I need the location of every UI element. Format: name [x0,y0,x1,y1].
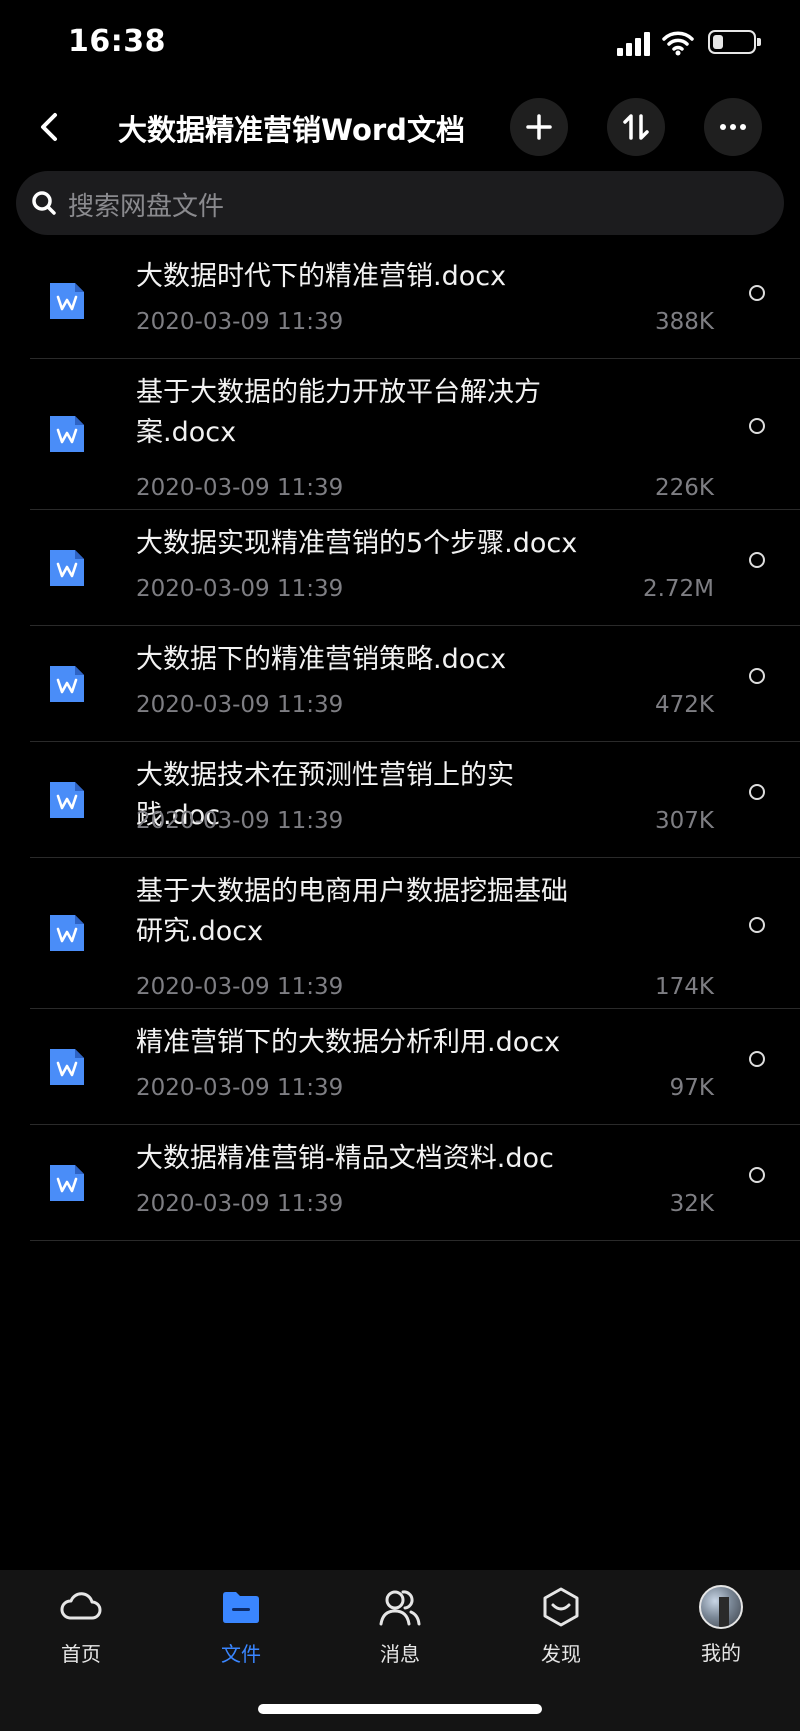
search-placeholder: 搜索网盘文件 [68,192,225,222]
select-radio[interactable] [749,784,765,800]
tab-files[interactable]: 文件 [181,1584,301,1674]
select-radio[interactable] [749,285,765,301]
file-row[interactable]: 大数据下的精准营销策略.docx 2020-03-09 11:39 472K [0,626,800,742]
tab-label: 发现 [541,1642,581,1666]
file-size: 388K [655,309,714,335]
select-radio[interactable] [749,668,765,684]
header: 大数据精准营销Word文档 [0,95,800,161]
file-date: 2020-03-09 11:39 [136,1075,344,1101]
file-date: 2020-03-09 11:39 [136,974,344,1000]
battery-icon [708,30,761,54]
file-date: 2020-03-09 11:39 [136,1191,344,1217]
page-title: 大数据精准营销Word文档 [118,113,465,147]
sort-button[interactable] [607,98,665,156]
file-date: 2020-03-09 11:39 [136,475,344,501]
word-doc-icon [50,416,84,452]
folder-icon [223,1592,259,1623]
tab-label: 我的 [701,1641,741,1665]
search-icon [32,191,56,215]
file-size: 472K [655,692,714,718]
file-row[interactable]: 大数据精准营销-精品文档资料.doc 2020-03-09 11:39 32K [0,1125,800,1241]
file-name: 大数据精准营销-精品文档资料.doc [136,1143,554,1174]
select-radio[interactable] [749,917,765,933]
signal-icon [617,32,651,56]
file-date: 2020-03-09 11:39 [136,309,344,335]
more-icon [720,124,746,130]
tab-label: 消息 [380,1642,420,1666]
home-indicator [258,1704,542,1714]
word-doc-icon [50,666,84,702]
select-radio[interactable] [749,1051,765,1067]
file-size: 2.72M [642,576,714,602]
divider [30,1240,800,1241]
file-name: 大数据实现精准营销的5个步骤.docx [136,528,578,559]
file-row[interactable]: 基于大数据的能力开放平台解决方案.docx 2020-03-09 11:39 226… [0,359,800,510]
file-row[interactable]: 大数据时代下的精准营销.docx 2020-03-09 11:39 388K [0,243,800,359]
tab-home[interactable]: 首页 [21,1584,141,1674]
file-size: 226K [655,475,714,501]
avatar [699,1585,743,1629]
file-row[interactable]: 大数据技术在预测性营销上的实践.doc 2020-03-09 11:39 307K [0,742,800,858]
file-list: 大数据时代下的精准营销.docx 2020-03-09 11:39 388K 基于大数… [0,243,800,1241]
wifi-icon [662,31,694,56]
tab-label: 首页 [61,1642,101,1666]
word-doc-icon [50,1049,84,1085]
select-radio[interactable] [749,1167,765,1183]
status-time: 16:38 [68,24,166,59]
file-date: 2020-03-09 11:39 [136,576,344,602]
file-name: 大数据时代下的精准营销.docx [136,261,507,292]
chevron-left-icon[interactable] [30,107,70,147]
plus-icon [526,114,552,140]
file-name: 基于大数据的能力开放平台解决方案.docx [136,377,541,448]
file-size: 307K [655,808,714,834]
select-radio[interactable] [749,552,765,568]
file-date: 2020-03-09 11:39 [136,808,344,834]
word-doc-icon [50,915,84,951]
file-row[interactable]: 精准营销下的大数据分析利用.docx 2020-03-09 11:39 97K [0,1009,800,1125]
file-size: 97K [669,1075,714,1101]
cloud-icon [60,1592,102,1620]
more-button[interactable] [704,98,762,156]
file-name: 精准营销下的大数据分析利用.docx [136,1027,561,1058]
word-doc-icon [50,283,84,319]
file-name: 大数据下的精准营销策略.docx [136,644,507,675]
file-row[interactable]: 基于大数据的电商用户数据挖掘基础研究.docx 2020-03-09 11:39 1… [0,858,800,1009]
sort-icon [623,114,649,140]
tab-label: 文件 [221,1642,261,1666]
word-doc-icon [50,1165,84,1201]
file-date: 2020-03-09 11:39 [136,692,344,718]
search-input[interactable]: 搜索网盘文件 [16,171,784,235]
file-size: 174K [655,974,714,1000]
word-doc-icon [50,782,84,818]
discover-icon [543,1587,579,1627]
tab-discover[interactable]: 发现 [501,1584,621,1674]
file-row[interactable]: 大数据实现精准营销的5个步骤.docx 2020-03-09 11:39 2.72M [0,510,800,626]
select-radio[interactable] [749,418,765,434]
file-name: 基于大数据的电商用户数据挖掘基础研究.docx [136,876,568,947]
tab-profile[interactable]: 我的 [661,1584,781,1674]
status-bar: 16:38 [0,0,800,90]
tab-messages[interactable]: 消息 [340,1584,460,1674]
people-icon [379,1590,421,1626]
add-button[interactable] [510,98,568,156]
word-doc-icon [50,550,84,586]
battery-level [713,35,723,49]
file-size: 32K [669,1191,714,1217]
